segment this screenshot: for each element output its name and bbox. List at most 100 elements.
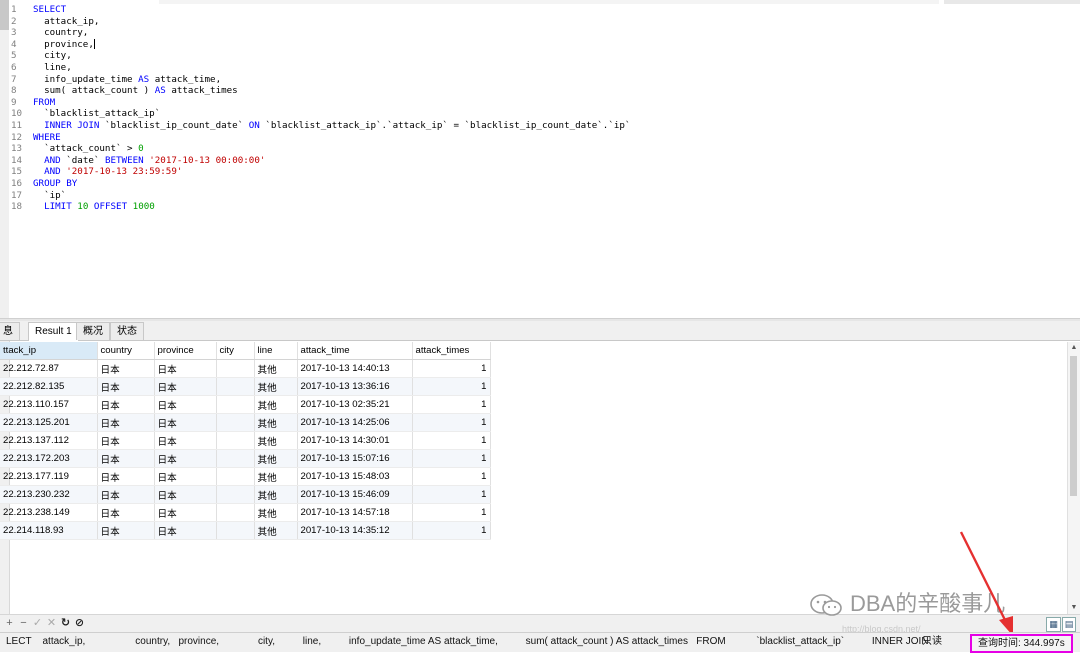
table-cell[interactable]: 其他	[254, 413, 298, 432]
table-cell[interactable]: 1	[412, 521, 491, 540]
table-cell[interactable]	[216, 395, 255, 414]
sql-editor[interactable]: 1 SELECT 2 attack_ip, 3 country, 4 province,…	[9, 0, 1080, 320]
table-cell[interactable]: 1	[412, 395, 491, 414]
table-cell[interactable]: 日本	[97, 449, 155, 468]
grid-view-icon[interactable]: ▦	[1046, 617, 1061, 632]
code-line[interactable]: 5 city,	[9, 50, 72, 62]
scroll-thumb[interactable]	[1070, 356, 1077, 496]
code-line[interactable]: 18 LIMIT 10 OFFSET 1000	[9, 201, 155, 213]
table-cell[interactable]: 日本	[97, 503, 155, 522]
column-header-ttack_ip[interactable]: ttack_ip	[0, 342, 98, 360]
code-line[interactable]: 17 `ip`	[9, 190, 66, 202]
table-cell[interactable]	[216, 359, 255, 378]
table-cell[interactable]: 2017-10-13 13:36:16	[297, 377, 413, 396]
tab-profile[interactable]: 概况	[76, 322, 110, 340]
table-cell[interactable]: 1	[412, 359, 491, 378]
table-cell[interactable]: 2017-10-13 14:35:12	[297, 521, 413, 540]
table-row[interactable]: 22.212.82.135 日本 日本 其他 2017-10-13 13:36:16 1	[0, 377, 491, 396]
code-line[interactable]: 7 info_update_time AS attack_time,	[9, 74, 221, 86]
table-cell[interactable]: 22.213.137.112	[0, 431, 98, 450]
table-row[interactable]: 22.213.110.157 日本 日本 其他 2017-10-13 02:35:21 1	[0, 395, 491, 414]
table-cell[interactable]: 其他	[254, 467, 298, 486]
result-grid[interactable]: ttack_ip country province city line attack_ti…	[0, 342, 491, 540]
table-cell[interactable]: 22.213.177.119	[0, 467, 98, 486]
column-header-attack_time[interactable]: attack_time	[297, 342, 413, 360]
code-line[interactable]: 2 attack_ip,	[9, 16, 99, 28]
sql-code[interactable]: 1 SELECT 2 attack_ip, 3 country, 4 province,…	[9, 4, 630, 213]
table-cell[interactable]: 22.213.238.149	[0, 503, 98, 522]
table-cell[interactable]: 其他	[254, 449, 298, 468]
stop-icon[interactable]: ⊘	[73, 617, 86, 630]
refresh-icon[interactable]: ↻	[59, 617, 72, 630]
table-row[interactable]: 22.213.137.112 日本 日本 其他 2017-10-13 14:30:01 1	[0, 431, 491, 450]
table-cell[interactable]: 其他	[254, 503, 298, 522]
table-cell[interactable]: 日本	[154, 503, 217, 522]
table-cell[interactable]: 1	[412, 431, 491, 450]
column-header-country[interactable]: country	[97, 342, 155, 360]
table-row[interactable]: 22.213.238.149 日本 日本 其他 2017-10-13 14:57:18 1	[0, 503, 491, 522]
table-cell[interactable]: 22.213.230.232	[0, 485, 98, 504]
table-cell[interactable]: 1	[412, 413, 491, 432]
table-cell[interactable]	[216, 377, 255, 396]
code-line[interactable]: 1 SELECT	[9, 4, 66, 16]
column-header-city[interactable]: city	[216, 342, 255, 360]
table-cell[interactable]: 日本	[97, 431, 155, 450]
table-cell[interactable]: 日本	[154, 395, 217, 414]
scroll-up-icon[interactable]: ▲	[1068, 342, 1080, 354]
tab-result-1[interactable]: Result 1	[28, 322, 79, 341]
table-cell[interactable]	[216, 485, 255, 504]
table-cell[interactable]: 22.213.172.203	[0, 449, 98, 468]
grid-vertical-scrollbar[interactable]: ▲ ▼	[1067, 342, 1080, 614]
table-cell[interactable]: 22.213.110.157	[0, 395, 98, 414]
column-header-attack_times[interactable]: attack_times	[412, 342, 491, 360]
table-cell[interactable]	[216, 431, 255, 450]
add-row-icon[interactable]: +	[3, 617, 16, 630]
table-cell[interactable]: 日本	[154, 449, 217, 468]
table-cell[interactable]: 日本	[154, 413, 217, 432]
table-cell[interactable]	[216, 503, 255, 522]
table-cell[interactable]: 22.213.125.201	[0, 413, 98, 432]
table-cell[interactable]: 日本	[154, 359, 217, 378]
scroll-down-icon[interactable]: ▼	[1068, 602, 1080, 614]
table-row[interactable]: 22.213.230.232 日本 日本 其他 2017-10-13 15:46:09 1	[0, 485, 491, 504]
code-line[interactable]: 15 AND '2017-10-13 23:59:59'	[9, 166, 182, 178]
form-view-icon[interactable]: ▤	[1062, 617, 1076, 632]
table-cell[interactable]	[216, 449, 255, 468]
table-cell[interactable]: 22.212.72.87	[0, 359, 98, 378]
code-line[interactable]: 13 `attack_count` > 0	[9, 143, 144, 155]
table-cell[interactable]: 其他	[254, 359, 298, 378]
table-cell[interactable]: 2017-10-13 15:46:09	[297, 485, 413, 504]
table-cell[interactable]: 日本	[154, 485, 217, 504]
tab-status[interactable]: 状态	[110, 322, 144, 340]
table-cell[interactable]: 日本	[97, 359, 155, 378]
table-cell[interactable]: 其他	[254, 431, 298, 450]
discard-changes-icon[interactable]: ✕	[45, 617, 58, 630]
code-line[interactable]: 16 GROUP BY	[9, 178, 77, 190]
table-cell[interactable]: 其他	[254, 521, 298, 540]
table-row[interactable]: 22.212.72.87 日本 日本 其他 2017-10-13 14:40:13 1	[0, 359, 491, 378]
table-cell[interactable]: 2017-10-13 15:48:03	[297, 467, 413, 486]
code-line[interactable]: 8 sum( attack_count ) AS attack_times	[9, 85, 238, 97]
table-cell[interactable]: 日本	[97, 485, 155, 504]
table-row[interactable]: 22.213.172.203 日本 日本 其他 2017-10-13 15:07:16 1	[0, 449, 491, 468]
table-cell[interactable]: 1	[412, 467, 491, 486]
table-cell[interactable]: 其他	[254, 377, 298, 396]
code-line[interactable]: 6 line,	[9, 62, 72, 74]
table-cell[interactable]: 22.212.82.135	[0, 377, 98, 396]
table-cell[interactable]: 1	[412, 503, 491, 522]
table-cell[interactable]: 其他	[254, 395, 298, 414]
code-line[interactable]: 11 INNER JOIN `blacklist_ip_count_date` …	[9, 120, 630, 132]
table-cell[interactable]: 日本	[154, 467, 217, 486]
table-cell[interactable]: 1	[412, 485, 491, 504]
table-cell[interactable]: 2017-10-13 15:07:16	[297, 449, 413, 468]
table-cell[interactable]: 22.214.118.93	[0, 521, 98, 540]
table-cell[interactable]: 2017-10-13 14:30:01	[297, 431, 413, 450]
table-cell[interactable]: 日本	[154, 377, 217, 396]
table-cell[interactable]: 日本	[97, 413, 155, 432]
table-cell[interactable]: 日本	[154, 431, 217, 450]
column-header-line[interactable]: line	[254, 342, 298, 360]
table-cell[interactable]: 日本	[97, 467, 155, 486]
table-cell[interactable]: 日本	[97, 377, 155, 396]
table-cell[interactable]: 其他	[254, 485, 298, 504]
table-cell[interactable]: 2017-10-13 14:25:06	[297, 413, 413, 432]
